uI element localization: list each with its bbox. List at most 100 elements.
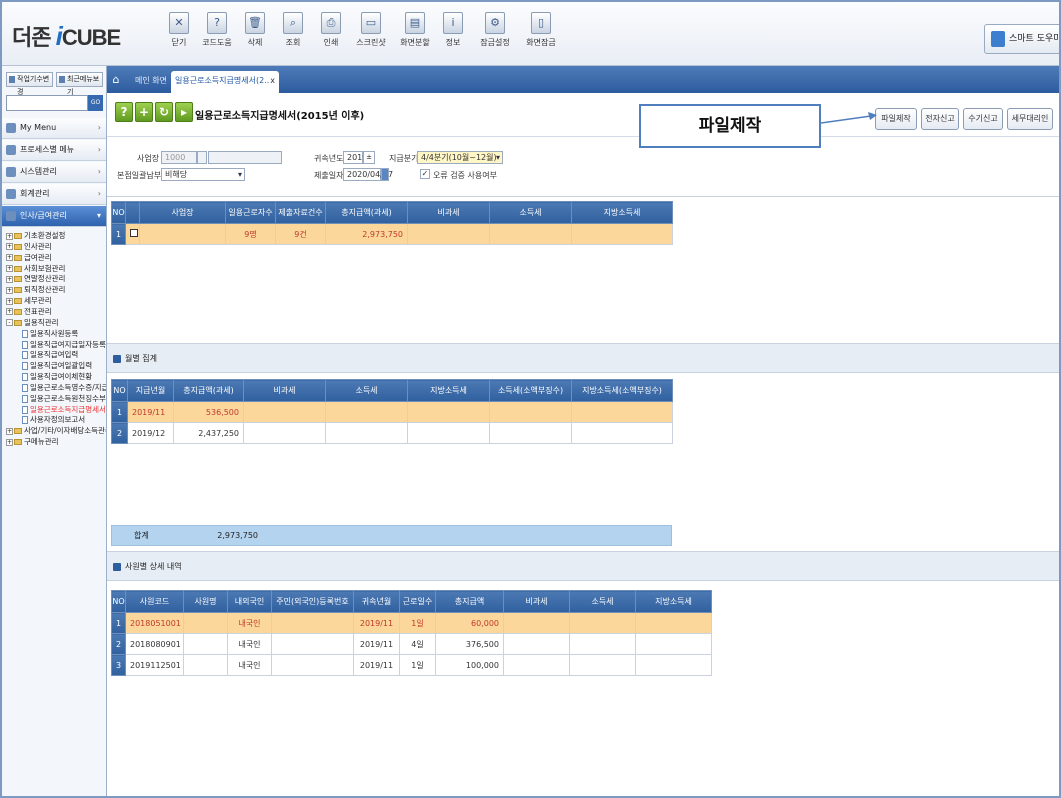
tree-item[interactable]: + 급여관리 [2, 252, 106, 263]
table-row[interactable]: 2 2019/12 2,437,250 [111, 422, 673, 444]
sidebar-menu-4[interactable]: 인사/급여관리 ▾ [2, 206, 106, 227]
table-cell-nontax[interactable] [503, 633, 570, 655]
table-cell-ym[interactable]: 2019/12 [127, 422, 174, 444]
table-cell-total[interactable]: 536,500 [173, 401, 244, 423]
table-cell-total[interactable]: 376,500 [435, 633, 504, 655]
year-spinner-icon[interactable]: ± [363, 151, 375, 164]
table-cell-local_tax[interactable] [407, 422, 490, 444]
expand-icon[interactable]: + [6, 265, 13, 273]
tree-item[interactable]: - 일용직관리 [2, 317, 106, 328]
table-cell-rrn[interactable] [271, 633, 354, 655]
tree-item[interactable]: 일용직급여일괄입력 [2, 360, 106, 371]
table-cell-days[interactable]: 1일 [399, 654, 436, 676]
column-header[interactable]: 총지급액 [435, 590, 504, 613]
table-cell-name[interactable] [183, 633, 228, 655]
column-header[interactable]: 근로일수 [399, 590, 436, 613]
expand-icon[interactable]: + [6, 308, 13, 316]
toolbar-code-help-button[interactable]: ? 코드도움 [198, 12, 236, 48]
table-cell-name[interactable] [183, 612, 228, 634]
row-checkbox[interactable] [130, 229, 138, 237]
column-header[interactable]: 사업장 [139, 201, 226, 224]
tree-item[interactable]: 일용직사원등록 [2, 328, 106, 339]
table-cell-lt_small[interactable] [571, 422, 673, 444]
table-cell-lt_small[interactable] [571, 401, 673, 423]
column-header[interactable]: 비과세 [503, 590, 570, 613]
table-cell-nontax[interactable] [503, 612, 570, 634]
tax-agent-button[interactable]: 세무대리인 [1007, 108, 1053, 130]
home-icon[interactable]: ⌂ [109, 73, 123, 87]
table-cell-nat[interactable]: 내국인 [227, 612, 272, 634]
table-cell-total[interactable]: 60,000 [435, 612, 504, 634]
table-row[interactable]: 2 2018080901 내국인 2019/11 4일 376,500 [111, 633, 712, 655]
table-cell-total[interactable]: 2,973,750 [325, 223, 408, 245]
expand-icon[interactable]: + [6, 297, 13, 305]
table-cell-code[interactable]: 2018051001 [125, 612, 184, 634]
table-cell-rrn[interactable] [271, 654, 354, 676]
toolbar-split-screen-button[interactable]: ▤ 화면분할 [396, 12, 434, 48]
sidebar-menu-3[interactable]: 회계관리 › [2, 184, 106, 205]
table-cell-it_small[interactable] [489, 401, 572, 423]
tree-item[interactable]: + 사회보험관리 [2, 263, 106, 274]
table-cell-biz[interactable] [139, 223, 226, 245]
table-row[interactable]: 1 2018051001 내국인 2019/11 1일 60,000 [111, 612, 712, 634]
table-cell-total[interactable]: 2,437,250 [173, 422, 244, 444]
manual-filing-button[interactable]: 수기신고 [963, 108, 1003, 130]
table-cell-lt[interactable] [635, 633, 712, 655]
table-cell-local_tax[interactable] [407, 401, 490, 423]
tree-item[interactable]: 일용근로소득원천징수부 [2, 393, 106, 404]
expand-icon[interactable]: + [6, 275, 13, 283]
tree-item[interactable]: 일용직급여이체현황 [2, 371, 106, 382]
year-field[interactable]: 2019 [343, 151, 367, 164]
tab-close-icon[interactable]: x [270, 71, 275, 91]
expand-icon[interactable]: + [6, 243, 13, 251]
column-header[interactable]: 지방소득세 [571, 201, 673, 224]
table-cell-code[interactable]: 2018080901 [125, 633, 184, 655]
tree-item[interactable]: + 퇴직정산관리 [2, 284, 106, 295]
expand-icon[interactable]: + [6, 427, 13, 435]
tab-main-screen[interactable]: 메인 화면 [127, 72, 175, 90]
column-header[interactable]: NO [111, 201, 126, 224]
table-row[interactable]: 1 9명 9건 2,973,750 [111, 223, 673, 245]
branch-select[interactable]: 비해당 [161, 168, 245, 181]
table-cell-it[interactable] [569, 654, 636, 676]
table-cell-nat[interactable]: 내국인 [227, 654, 272, 676]
toolbar-close-button[interactable]: ✕ 닫기 [160, 12, 198, 48]
column-header[interactable]: 비과세 [407, 201, 490, 224]
table-cell-nontax[interactable] [243, 401, 326, 423]
smart-helper-button[interactable]: 스마트 도우미 [984, 24, 1059, 54]
play-icon[interactable]: ▸ [175, 102, 193, 122]
submit-date-field[interactable]: 2020/04/17 [343, 168, 393, 181]
column-header[interactable]: 귀속년월 [353, 590, 400, 613]
help-icon[interactable]: ? [115, 102, 133, 122]
table-cell-check[interactable] [125, 223, 140, 245]
table-cell-ym[interactable]: 2019/11 [353, 654, 400, 676]
file-create-button[interactable]: 파일제작 [875, 108, 917, 130]
column-header[interactable]: 제출자료건수 [275, 201, 326, 224]
table-cell-code[interactable]: 2019112501 [125, 654, 184, 676]
toolbar-screen-lock-button[interactable]: ▯ 화면잠금 [522, 12, 560, 48]
table-cell-ym[interactable]: 2019/11 [353, 633, 400, 655]
business-lookup-icon[interactable] [197, 151, 207, 164]
column-header[interactable]: 소득세 [489, 201, 572, 224]
recent-menu-button[interactable]: 최근메뉴보기 [56, 72, 103, 96]
column-header[interactable]: 지급년월 [127, 379, 174, 402]
table-cell-rrn[interactable] [271, 612, 354, 634]
column-header[interactable]: 비과세 [243, 379, 326, 402]
menu-search-input[interactable] [6, 95, 88, 111]
sidebar-menu-1[interactable]: 프로세스별 메뉴 › [2, 140, 106, 161]
column-header[interactable]: 지방소득세 [407, 379, 490, 402]
table-cell-income_tax[interactable] [325, 401, 408, 423]
table-cell-ym[interactable]: 2019/11 [127, 401, 174, 423]
table-cell-ym[interactable]: 2019/11 [353, 612, 400, 634]
calendar-icon[interactable] [381, 168, 389, 181]
column-header[interactable]: 주민(외국인)등록번호 [271, 590, 354, 613]
table-cell-local_tax[interactable] [571, 223, 673, 245]
tab-daily-wage-statement[interactable]: 일용근로소득지급명세서(2.. x [171, 71, 279, 93]
table-cell-nontax[interactable] [503, 654, 570, 676]
tree-item[interactable]: 일용직급여지급일자등록 [2, 339, 106, 350]
error-check-checkbox[interactable]: ✓ [420, 169, 430, 179]
expand-icon[interactable]: + [6, 438, 13, 446]
table-row[interactable]: 3 2019112501 내국인 2019/11 1일 100,000 [111, 654, 712, 676]
table-cell-lt[interactable] [635, 612, 712, 634]
table-cell-income_tax[interactable] [489, 223, 572, 245]
